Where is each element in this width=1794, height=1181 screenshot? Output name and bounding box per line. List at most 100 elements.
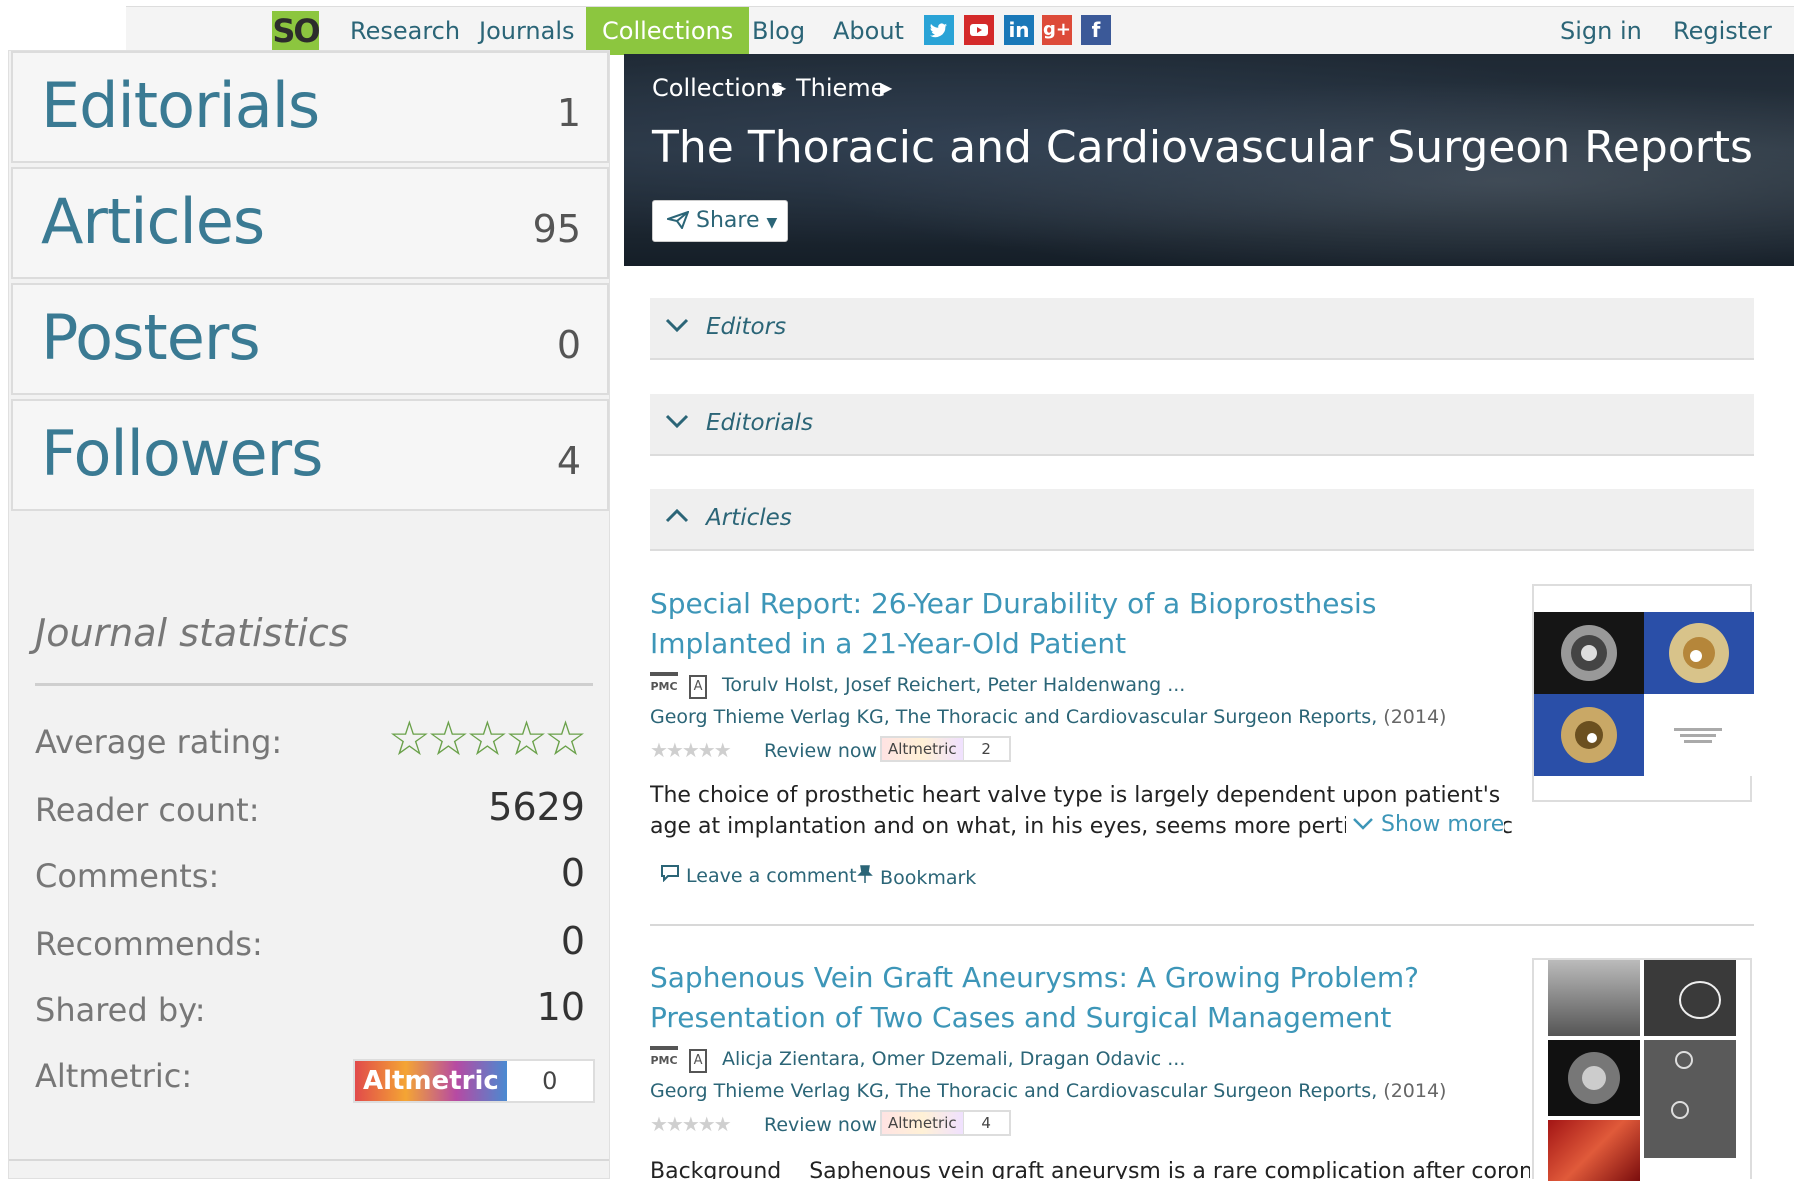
reader-count-value: 5629 — [488, 785, 585, 829]
section-label: Articles — [706, 505, 792, 531]
altmetric-badge[interactable]: Altmetric 0 — [353, 1059, 595, 1103]
article-publisher[interactable]: Georg Thieme Verlag KG, The Thoracic and… — [650, 706, 1446, 728]
linkedin-icon[interactable]: in — [1004, 15, 1034, 45]
stats-divider — [35, 683, 593, 686]
count-label: Posters — [41, 301, 261, 374]
chevron-down-icon — [1352, 812, 1374, 837]
thumbnail-panel — [1644, 1040, 1736, 1158]
chevron-down-icon — [664, 312, 690, 345]
chevron-down-icon — [664, 408, 690, 441]
article-title[interactable]: Special Report: 26-Year Durability of a … — [650, 584, 1510, 664]
caret-down-icon: ▼ — [766, 215, 778, 231]
section-editorials[interactable]: Editorials — [650, 394, 1754, 456]
comments-label: Comments: — [35, 857, 220, 895]
editorials-count-card[interactable]: Editorials 1 — [11, 51, 609, 163]
leave-comment-label: Leave a comment — [686, 865, 857, 887]
count-value: 0 — [556, 323, 581, 367]
breadcrumb-separator-icon: ▶ — [880, 78, 893, 97]
share-button[interactable]: Share ▼ — [652, 200, 788, 242]
nav-blog[interactable]: Blog — [752, 7, 805, 55]
article-authors[interactable]: Alicja Zientara, Omer Dzemali, Dragan Od… — [722, 1048, 1185, 1070]
average-rating-label: Average rating: — [35, 723, 283, 761]
article-rating-stars[interactable]: ★★★★★ — [650, 738, 732, 762]
breadcrumb-collections[interactable]: Collections — [652, 74, 783, 102]
googleplus-icon[interactable]: g+ — [1042, 15, 1072, 45]
article-thumbnail[interactable] — [1532, 584, 1754, 802]
nav-research[interactable]: Research — [350, 7, 460, 55]
shared-by-label: Shared by: — [35, 991, 206, 1029]
publication-year: (2014) — [1383, 1080, 1447, 1102]
pmc-icon[interactable]: PMC — [650, 1046, 678, 1072]
review-now-link[interactable]: Review now — [764, 740, 877, 762]
thumbnail-panel — [1548, 1040, 1640, 1116]
altmetric-logo: Altmetric — [355, 1061, 507, 1101]
breadcrumb-separator-icon: ▶ — [774, 78, 787, 97]
bookmark-link[interactable]: Bookmark — [856, 864, 976, 889]
leave-comment-link[interactable]: Leave a comment — [660, 864, 857, 887]
article-rating-stars[interactable]: ★★★★★ — [650, 1112, 732, 1136]
nav-about[interactable]: About — [833, 7, 904, 55]
article-altmetric-badge[interactable]: Altmetric 2 — [880, 736, 1011, 762]
section-articles[interactable]: Articles — [650, 489, 1754, 551]
journal-statistics-title: Journal statistics — [35, 611, 349, 655]
nav-collections[interactable]: Collections — [586, 7, 750, 55]
altmetric-score: 0 — [506, 1061, 593, 1101]
review-now-link[interactable]: Review now — [764, 1114, 877, 1136]
article-source-icons: PMC A — [650, 1046, 708, 1073]
document-icon[interactable]: A — [689, 1049, 708, 1073]
average-rating-stars: ☆☆☆☆☆ — [387, 711, 587, 767]
count-value: 1 — [556, 91, 581, 135]
recommends-label: Recommends: — [35, 925, 263, 963]
article-publisher[interactable]: Georg Thieme Verlag KG, The Thoracic and… — [650, 1080, 1446, 1102]
article-divider — [650, 924, 1754, 926]
altmetric-label: Altmetric: — [35, 1057, 193, 1095]
collection-header: Collections ▶ Thieme ▶ The Thoracic and … — [624, 54, 1794, 266]
thumbnail-panel — [1644, 694, 1754, 776]
show-more-label: Show more — [1381, 812, 1505, 837]
article-thumbnail[interactable] — [1532, 958, 1752, 1181]
count-label: Articles — [41, 185, 265, 258]
thumbnail-panel — [1644, 960, 1736, 1036]
section-editors[interactable]: Editors — [650, 298, 1754, 360]
bookmark-label: Bookmark — [880, 867, 977, 889]
altmetric-score: 2 — [962, 738, 1009, 760]
nav-journals[interactable]: Journals — [479, 7, 575, 55]
article-abstract: Background Saphenous vein graft aneurysm… — [650, 1159, 1530, 1179]
followers-count-card[interactable]: Followers 4 — [11, 399, 609, 511]
article-authors[interactable]: Torulv Holst, Josef Reichert, Peter Hald… — [722, 674, 1185, 696]
thumbnail-panel — [1534, 612, 1644, 694]
shared-by-value: 10 — [536, 985, 585, 1029]
publisher-text: Georg Thieme Verlag KG, The Thoracic and… — [650, 1080, 1378, 1102]
altmetric-logo: Altmetric — [882, 1112, 963, 1134]
sign-in-link[interactable]: Sign in — [1560, 7, 1642, 55]
count-value: 4 — [556, 439, 581, 483]
publisher-text: Georg Thieme Verlag KG, The Thoracic and… — [650, 706, 1378, 728]
count-label: Followers — [41, 417, 323, 490]
paper-plane-icon — [664, 208, 696, 233]
journal-sidebar: Editorials 1 Articles 95 Posters 0 Follo… — [8, 50, 610, 1179]
facebook-icon[interactable]: f — [1081, 15, 1111, 45]
chevron-up-icon — [664, 503, 690, 536]
article-title[interactable]: Saphenous Vein Graft Aneurysms: A Growin… — [650, 958, 1510, 1038]
thumbnail-panel — [1548, 960, 1640, 1036]
breadcrumb-thieme[interactable]: Thieme — [796, 74, 885, 102]
document-icon[interactable]: A — [689, 675, 708, 699]
articles-count-card[interactable]: Articles 95 — [11, 167, 609, 279]
article-altmetric-badge[interactable]: Altmetric 4 — [880, 1110, 1011, 1136]
register-link[interactable]: Register — [1673, 7, 1772, 55]
section-label: Editorials — [706, 410, 813, 436]
thumbnail-panel — [1644, 612, 1754, 694]
thumbnail-panel — [1548, 1120, 1640, 1181]
article-source-icons: PMC A — [650, 672, 708, 699]
thumbnail-panel — [1534, 694, 1644, 776]
site-logo[interactable]: SO — [272, 11, 321, 54]
pmc-icon[interactable]: PMC — [650, 672, 678, 698]
comment-icon — [660, 865, 680, 887]
publication-year: (2014) — [1383, 706, 1447, 728]
posters-count-card[interactable]: Posters 0 — [11, 283, 609, 395]
top-navbar: SO Research Journals Collections Blog Ab… — [126, 6, 1794, 55]
twitter-icon[interactable] — [924, 15, 954, 45]
youtube-icon[interactable] — [964, 15, 994, 45]
show-more-button[interactable]: Show more — [1346, 812, 1505, 837]
comments-value: 0 — [560, 851, 585, 895]
